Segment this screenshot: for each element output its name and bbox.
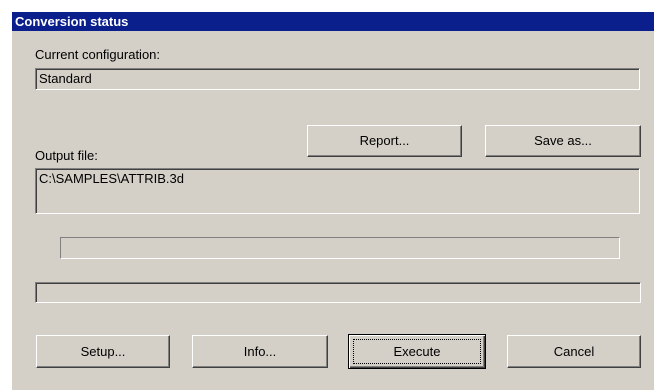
status-field: [35, 282, 641, 303]
report-button-label: Report...: [359, 133, 410, 148]
output-file-value: C:\SAMPLES\ATTRIB.3d: [39, 171, 184, 186]
setup-button[interactable]: Setup...: [36, 335, 170, 368]
current-configuration-field: Standard: [35, 68, 640, 90]
cancel-button-label: Cancel: [553, 344, 595, 359]
current-configuration-label: Current configuration:: [35, 47, 161, 62]
report-button[interactable]: Report...: [307, 125, 462, 157]
save-as-button-label: Save as...: [534, 133, 592, 148]
setup-button-label: Setup...: [80, 344, 126, 359]
output-file-field: C:\SAMPLES\ATTRIB.3d: [35, 168, 640, 214]
output-file-label: Output file:: [35, 148, 98, 163]
dialog-title: Conversion status: [12, 12, 654, 31]
cancel-button[interactable]: Cancel: [507, 335, 641, 368]
info-button-label: Info...: [243, 344, 277, 359]
save-as-button[interactable]: Save as...: [485, 125, 641, 157]
progress-bar: [60, 237, 620, 259]
execute-button-label: Execute: [393, 344, 441, 359]
execute-button[interactable]: Execute: [348, 334, 486, 369]
conversion-status-dialog: Conversion status Current configuration:…: [12, 12, 654, 390]
info-button[interactable]: Info...: [192, 335, 328, 368]
current-configuration-value: Standard: [39, 71, 92, 86]
